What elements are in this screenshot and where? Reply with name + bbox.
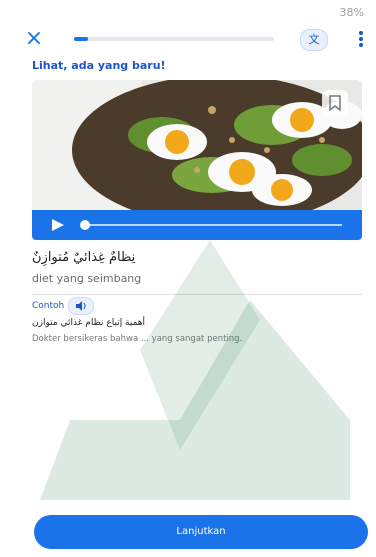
seek-bar[interactable] <box>80 220 342 230</box>
close-icon[interactable]: × <box>24 28 44 50</box>
speaker-icon[interactable] <box>68 297 94 315</box>
video-player-controls <box>32 210 362 240</box>
seek-thumb[interactable] <box>80 220 90 230</box>
page-heading: Lihat, ada yang baru! <box>32 59 166 72</box>
divider <box>32 294 362 295</box>
food-illustration <box>32 80 362 225</box>
continue-button[interactable]: Lanjutkan <box>34 515 368 549</box>
translate-button[interactable]: 文 <box>300 29 328 51</box>
example-indonesian: Dokter bersikeras bahwa ... yang sangat … <box>32 334 243 344</box>
battery-indicator: 38% <box>339 6 364 19</box>
more-options-icon[interactable] <box>356 29 366 49</box>
lesson-progress-bar <box>74 37 274 41</box>
food-photo <box>32 80 362 225</box>
vocab-translation: diet yang seimbang <box>32 272 142 285</box>
example-label: Contoh <box>32 301 65 311</box>
vocab-arabic: نِظامٌ غِذائيٌ مُتوازِنٌ <box>32 250 136 265</box>
bookmark-icon[interactable] <box>322 90 348 116</box>
play-icon[interactable] <box>52 219 64 231</box>
video-card <box>32 80 362 240</box>
lesson-top-bar: × 文 <box>0 26 376 54</box>
status-bar: 38% <box>0 0 376 22</box>
example-arabic: أهمية إتباع نظام غذائي متوازن <box>32 318 146 328</box>
lesson-progress-fill <box>74 37 88 41</box>
